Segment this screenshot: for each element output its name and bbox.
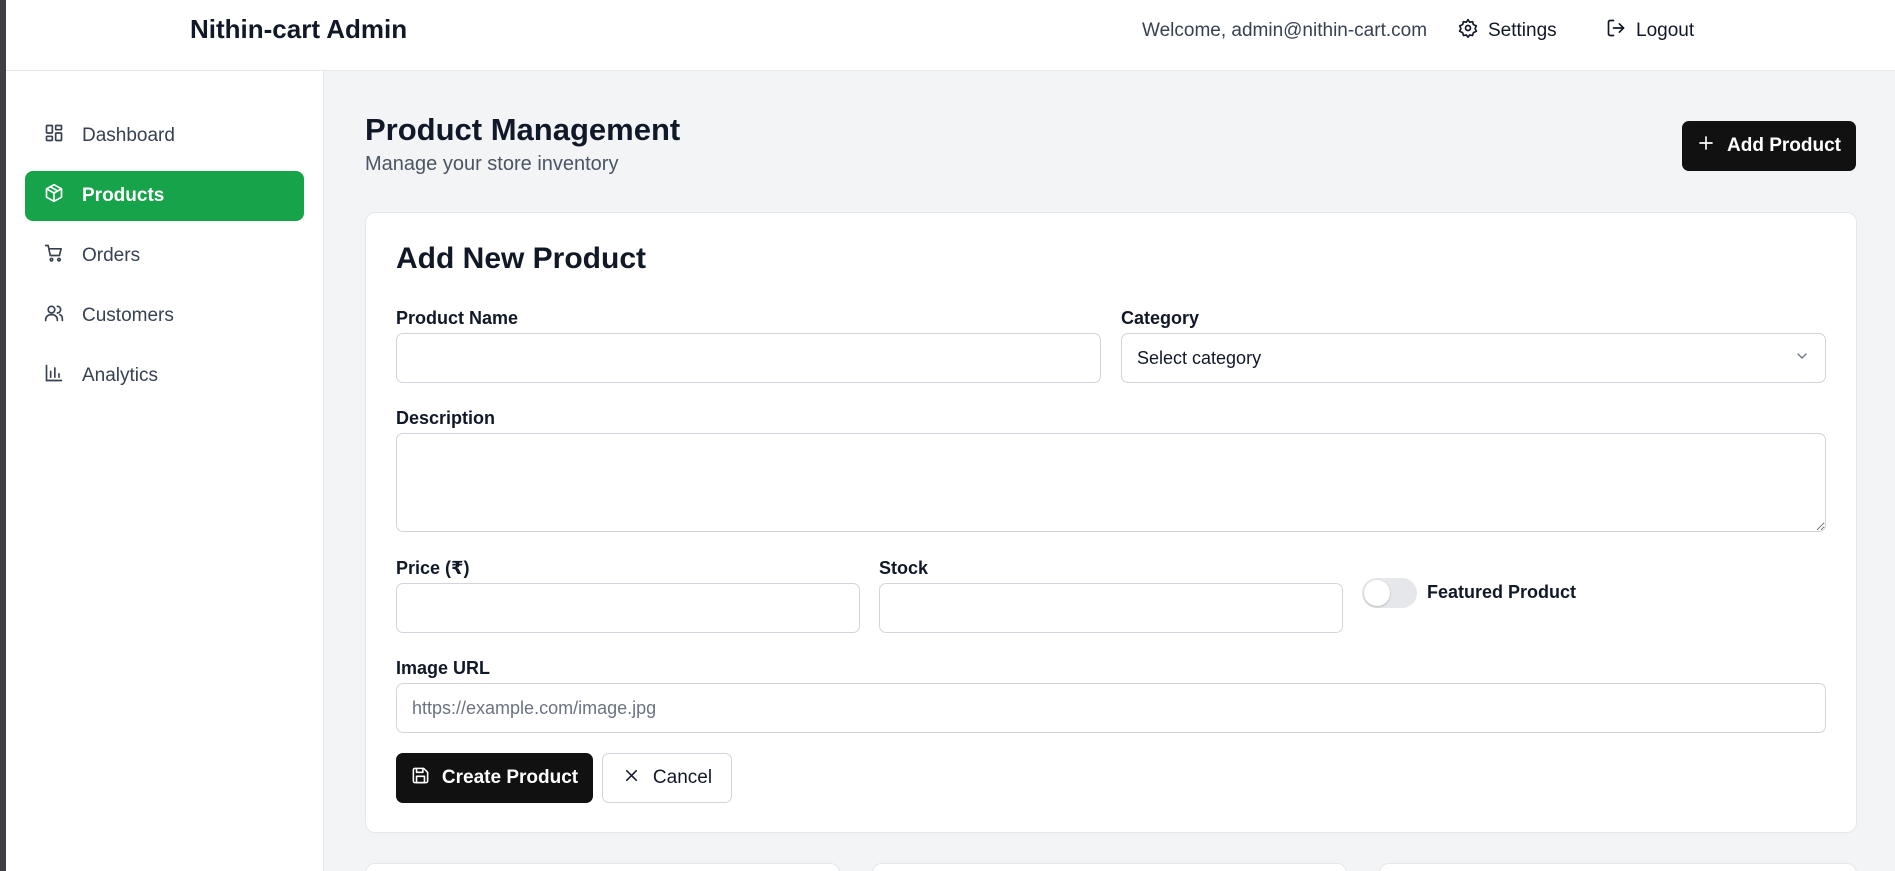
sidebar-item-label: Customers	[82, 305, 174, 326]
sidebar-item-products[interactable]: Products	[25, 171, 304, 221]
add-product-button[interactable]: Add Product	[1682, 121, 1856, 171]
toggle-knob	[1364, 580, 1390, 606]
price-label: Price (₹)	[396, 558, 470, 578]
brand-title: Nithin-cart Admin	[190, 14, 408, 44]
plus-icon	[1697, 134, 1715, 158]
stock-input[interactable]	[879, 583, 1343, 633]
page-title: Product Management	[365, 112, 681, 147]
add-product-form: Add New Product Product Name Category Se…	[365, 212, 1857, 833]
featured-label: Featured Product	[1427, 582, 1577, 602]
featured-toggle[interactable]	[1362, 578, 1417, 608]
sidebar-item-dashboard[interactable]: Dashboard	[25, 111, 304, 161]
welcome-text: Welcome, admin@nithin-cart.com	[1142, 20, 1428, 41]
chevron-down-icon	[1794, 348, 1810, 369]
sidebar-item-label: Analytics	[82, 365, 159, 386]
description-textarea[interactable]	[396, 433, 1826, 532]
sidebar-item-label: Dashboard	[82, 125, 175, 146]
cancel-button[interactable]: Cancel	[602, 753, 732, 803]
image-url-input[interactable]	[396, 683, 1826, 733]
price-input[interactable]	[396, 583, 860, 633]
description-label: Description	[396, 408, 496, 428]
gear-icon	[1458, 18, 1478, 44]
close-icon	[622, 766, 641, 791]
bar-chart-icon	[44, 363, 64, 389]
image-url-label: Image URL	[396, 658, 491, 678]
product-name-input[interactable]	[396, 333, 1101, 383]
settings-button[interactable]: Settings	[1458, 18, 1557, 44]
package-icon	[44, 183, 64, 209]
product-card-stub	[365, 863, 840, 871]
add-product-label: Add Product	[1727, 135, 1841, 156]
stock-label: Stock	[879, 558, 929, 578]
settings-label: Settings	[1488, 20, 1557, 41]
product-name-label: Product Name	[396, 308, 519, 328]
category-selected-value: Select category	[1137, 347, 1262, 368]
sidebar: Dashboard Products Orders Customers Anal…	[6, 71, 324, 871]
save-icon	[411, 766, 430, 791]
logout-button[interactable]: Logout	[1606, 18, 1694, 44]
cancel-label: Cancel	[652, 767, 713, 788]
dashboard-icon	[44, 123, 64, 149]
create-product-label: Create Product	[441, 767, 579, 788]
logout-label: Logout	[1636, 20, 1695, 41]
product-card-stub	[1379, 863, 1857, 871]
category-label: Category	[1121, 308, 1200, 328]
sidebar-item-label: Orders	[82, 245, 141, 266]
cart-icon	[44, 243, 64, 269]
create-product-button[interactable]: Create Product	[396, 753, 593, 803]
page-subtitle: Manage your store inventory	[365, 153, 619, 175]
category-select[interactable]: Select category	[1121, 333, 1826, 383]
product-card-stub	[872, 863, 1347, 871]
form-title: Add New Product	[396, 242, 647, 275]
sidebar-item-orders[interactable]: Orders	[25, 231, 304, 281]
sidebar-item-label: Products	[82, 185, 165, 206]
sidebar-item-customers[interactable]: Customers	[25, 291, 304, 341]
users-icon	[44, 303, 64, 329]
logout-icon	[1606, 18, 1626, 44]
top-bar: Nithin-cart Admin Welcome, admin@nithin-…	[6, 0, 1895, 71]
sidebar-item-analytics[interactable]: Analytics	[25, 351, 304, 401]
